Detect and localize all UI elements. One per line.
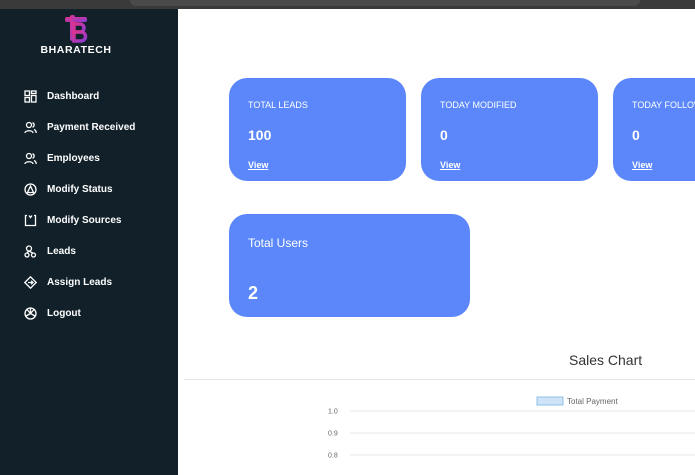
sidebar-item-label: Leads — [47, 246, 76, 257]
leads-icon — [24, 245, 37, 258]
total-leads-card: TOTAL LEADS 100 View — [229, 78, 406, 181]
sidebar-item-label: Modify Status — [47, 184, 113, 195]
brand-logo[interactable]: BHARATECH — [36, 15, 116, 56]
address-bar[interactable] — [130, 0, 640, 6]
view-link[interactable]: View — [632, 160, 652, 170]
legend-swatch[interactable] — [536, 396, 564, 406]
sidebar-nav: Dashboard Payment Received Employees Mod… — [0, 81, 178, 329]
y-tick-label: 0.8 — [328, 453, 338, 460]
status-circle-icon — [24, 183, 37, 196]
card-value: 0 — [632, 127, 640, 143]
sidebar-item-label: Assign Leads — [47, 277, 113, 288]
card-value: 0 — [440, 127, 448, 143]
sidebar-item-label: Employees — [47, 153, 100, 164]
y-tick-label: 1.0 — [328, 409, 338, 416]
sidebar-item-modify-status[interactable]: Modify Status — [0, 174, 178, 205]
today-follow-up-card: TODAY FOLLOW UP 0 View — [613, 78, 695, 181]
chart-title: Sales Chart — [569, 352, 643, 368]
sidebar-item-employees[interactable]: Employees — [0, 143, 178, 174]
sidebar-item-modify-sources[interactable]: Modify Sources — [0, 205, 178, 236]
logout-icon — [24, 307, 37, 320]
card-title: TODAY FOLLOW UP — [632, 100, 695, 110]
browser-top-bar — [0, 0, 695, 9]
sidebar-item-logout[interactable]: Logout — [0, 298, 178, 329]
card-value: 100 — [248, 127, 272, 143]
logo-text: BHARATECH — [40, 44, 112, 56]
sidebar-item-label: Modify Sources — [47, 215, 122, 226]
main-content: TOTAL LEADS 100 View TODAY MODIFIED 0 Vi… — [178, 9, 695, 475]
legend-label[interactable]: Total Payment — [567, 397, 618, 406]
card-title: TODAY MODIFIED — [440, 100, 517, 110]
card-title: TOTAL LEADS — [248, 100, 308, 110]
view-link[interactable]: View — [440, 160, 460, 170]
card-value: 2 — [248, 283, 259, 303]
sidebar-item-label: Logout — [47, 308, 81, 319]
users-icon — [24, 121, 37, 134]
bharatech-logo-icon — [65, 15, 88, 43]
sales-chart: Total Payment 1.0 0.9 0.8 — [328, 396, 695, 460]
sources-icon — [24, 214, 37, 227]
y-tick-label: 0.9 — [328, 431, 338, 438]
card-title: Total Users — [248, 236, 309, 250]
sidebar-item-dashboard[interactable]: Dashboard — [0, 81, 178, 112]
users-icon — [24, 152, 37, 165]
total-users-card: Total Users 2 — [229, 214, 470, 317]
sidebar-item-label: Dashboard — [47, 91, 100, 102]
dashboard-grid-icon — [24, 90, 37, 103]
sidebar-item-assign-leads[interactable]: Assign Leads — [0, 267, 178, 298]
sidebar-item-label: Payment Received — [47, 122, 136, 133]
sidebar-item-leads[interactable]: Leads — [0, 236, 178, 267]
assign-diamond-icon — [24, 276, 37, 289]
view-link[interactable]: View — [248, 160, 268, 170]
sidebar: BHARATECH Dashboard Payment Received Emp… — [0, 9, 178, 475]
section-divider — [184, 379, 695, 380]
sidebar-item-payment-received[interactable]: Payment Received — [0, 112, 178, 143]
today-modified-card: TODAY MODIFIED 0 View — [421, 78, 598, 181]
